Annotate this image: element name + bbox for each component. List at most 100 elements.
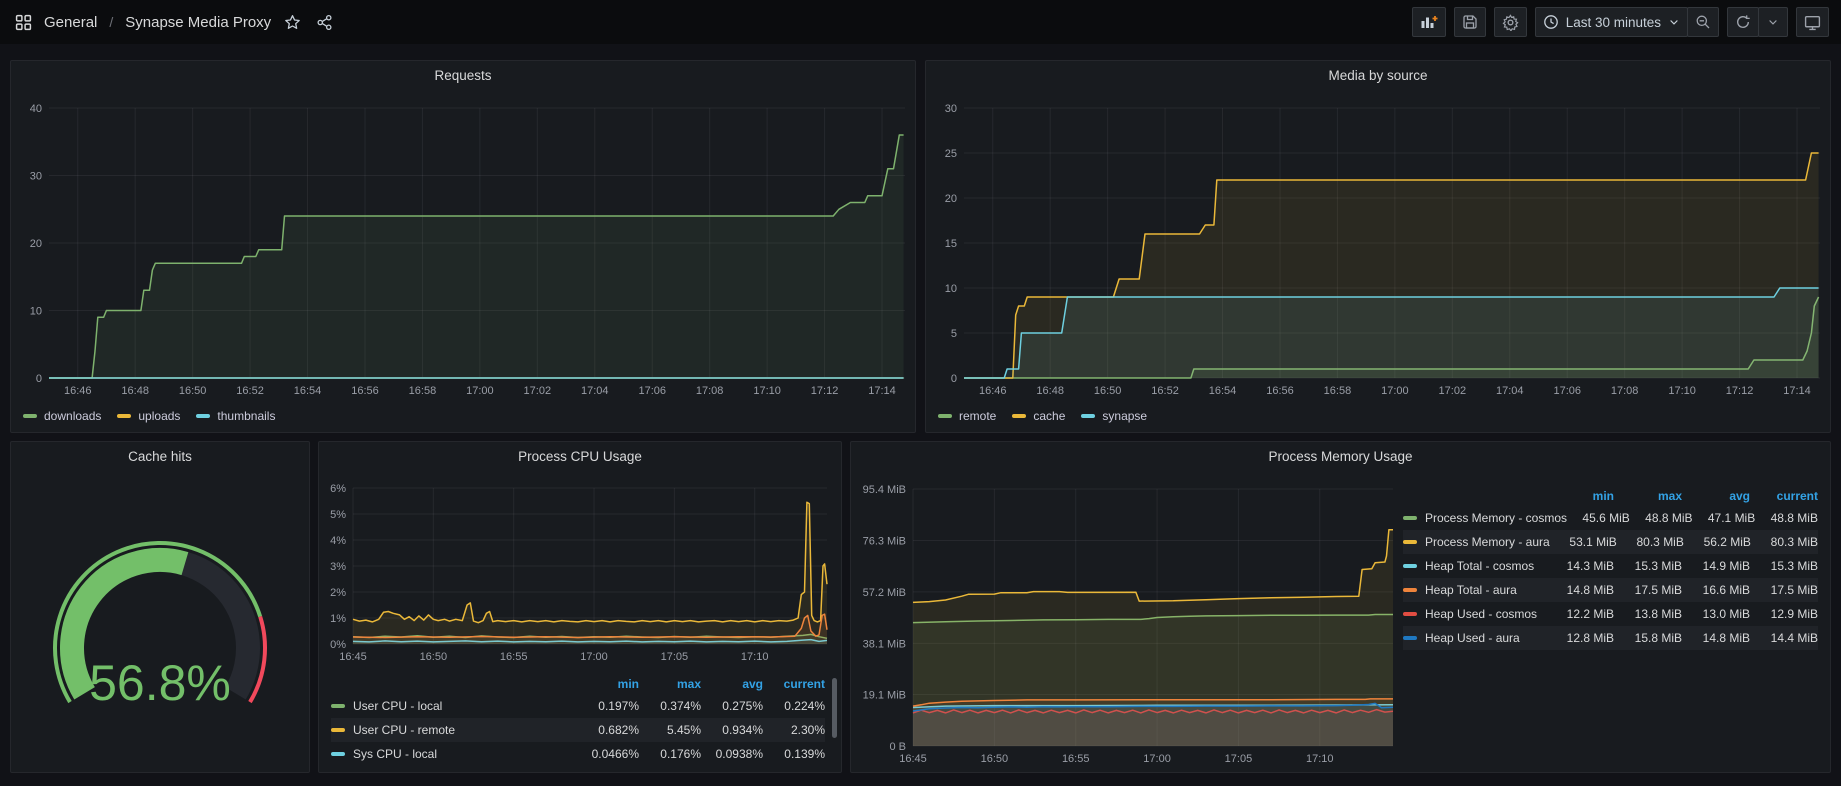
time-picker-group: Last 30 minutes bbox=[1535, 7, 1719, 37]
legend-stat-value: 14.8 MiB bbox=[1682, 631, 1750, 645]
legend-series-name[interactable]: Process Memory - cosmos bbox=[1403, 511, 1567, 525]
legend-stat-header[interactable]: min bbox=[1546, 489, 1614, 503]
legend-stat-value: 48.8 MiB bbox=[1755, 511, 1818, 525]
legend-swatch bbox=[1403, 612, 1417, 616]
legend-series-name[interactable]: Sys CPU - local bbox=[331, 747, 577, 761]
save-dashboard-button[interactable] bbox=[1454, 7, 1486, 37]
legend-series-name[interactable]: Heap Total - cosmos bbox=[1403, 559, 1546, 573]
legend-stat-header[interactable]: avg bbox=[1682, 489, 1750, 503]
legend-row[interactable]: Heap Used - aura12.8 MiB15.8 MiB14.8 MiB… bbox=[1403, 626, 1818, 650]
x-axis-label: 16:58 bbox=[409, 385, 437, 397]
kiosk-mode-button[interactable] bbox=[1796, 7, 1829, 37]
x-axis-label: 17:02 bbox=[1439, 385, 1467, 397]
legend-row[interactable]: Sys CPU - local0.0466%0.176%0.0938%0.139… bbox=[331, 742, 825, 766]
requests-chart[interactable]: 16:4616:4816:5016:5216:5416:5616:5817:00… bbox=[11, 61, 915, 406]
legend-row[interactable]: Heap Total - aura14.8 MiB17.5 MiB16.6 Mi… bbox=[1403, 578, 1818, 602]
legend-series-name[interactable]: Process Memory - aura bbox=[1403, 535, 1550, 549]
legend-label: synapse bbox=[1102, 409, 1147, 423]
x-axis-label: 16:50 bbox=[1094, 385, 1122, 397]
y-axis-label: 4% bbox=[330, 535, 346, 547]
legend-stat-value: 12.8 MiB bbox=[1546, 631, 1614, 645]
legend-stat-header[interactable]: min bbox=[577, 677, 639, 691]
add-panel-button[interactable] bbox=[1412, 7, 1446, 37]
x-axis-label: 17:05 bbox=[1225, 753, 1253, 765]
legend-stat-value: 0.275% bbox=[701, 699, 763, 713]
legend-stat-value: 0.139% bbox=[763, 747, 825, 761]
x-axis-label: 16:50 bbox=[981, 753, 1009, 765]
legend-row[interactable]: Heap Total - cosmos14.3 MiB15.3 MiB14.9 … bbox=[1403, 554, 1818, 578]
zoom-out-button[interactable] bbox=[1687, 7, 1719, 37]
legend-series-name[interactable]: Heap Total - aura bbox=[1403, 583, 1546, 597]
legend-series-name[interactable]: User CPU - local bbox=[331, 699, 577, 713]
y-axis-label: 25 bbox=[945, 148, 957, 160]
legend-stat-value: 13.8 MiB bbox=[1614, 607, 1682, 621]
legend-stat-value: 15.3 MiB bbox=[1614, 559, 1682, 573]
apps-grid-icon[interactable] bbox=[12, 11, 34, 33]
cache-hits-gauge[interactable]: 56.8% bbox=[11, 466, 309, 766]
x-axis-label: 16:50 bbox=[420, 651, 448, 663]
legend-swatch bbox=[1012, 414, 1026, 418]
legend-swatch bbox=[1403, 540, 1417, 544]
legend-series-name[interactable]: Heap Used - aura bbox=[1403, 631, 1546, 645]
dashboard-title[interactable]: Synapse Media Proxy bbox=[125, 14, 271, 31]
breadcrumb-section[interactable]: General bbox=[44, 14, 97, 31]
panel-process-cpu: Process CPU Usage 16:4516:5016:5517:0017… bbox=[318, 441, 842, 773]
refresh-group bbox=[1727, 7, 1788, 37]
legend-item[interactable]: uploads bbox=[117, 409, 180, 423]
legend-stat-value: 5.45% bbox=[639, 723, 701, 737]
cpu-chart[interactable]: 16:4516:5016:5517:0017:0517:100%1%2%3%4%… bbox=[319, 442, 841, 664]
series-fill bbox=[49, 135, 904, 378]
x-axis-label: 16:52 bbox=[236, 385, 264, 397]
legend-item[interactable]: thumbnails bbox=[196, 409, 275, 423]
legend-item[interactable]: cache bbox=[1012, 409, 1065, 423]
legend-series-name[interactable]: User CPU - remote bbox=[331, 723, 577, 737]
legend-row[interactable]: User CPU - remote0.682%5.45%0.934%2.30% bbox=[331, 718, 825, 742]
x-axis-label: 17:04 bbox=[1496, 385, 1524, 397]
legend-item[interactable]: remote bbox=[938, 409, 996, 423]
legend-series-name[interactable]: Heap Used - cosmos bbox=[1403, 607, 1546, 621]
legend-stat-header[interactable]: current bbox=[1750, 489, 1818, 503]
x-axis-label: 17:06 bbox=[1553, 385, 1581, 397]
panel-cache-hits: Cache hits 56.8% bbox=[10, 441, 310, 773]
legend-row[interactable]: User CPU - local0.197%0.374%0.275%0.224% bbox=[331, 694, 825, 718]
legend-swatch bbox=[1081, 414, 1095, 418]
refresh-button[interactable] bbox=[1727, 7, 1759, 37]
legend-row[interactable]: Process Memory - aura53.1 MiB80.3 MiB56.… bbox=[1403, 530, 1818, 554]
share-icon[interactable] bbox=[313, 11, 335, 33]
legend-stat-value: 47.1 MiB bbox=[1693, 511, 1756, 525]
dashboard-settings-button[interactable] bbox=[1494, 7, 1527, 37]
star-icon[interactable] bbox=[281, 11, 303, 33]
legend-scrollbar[interactable] bbox=[832, 678, 837, 738]
legend-stat-value: 80.3 MiB bbox=[1751, 535, 1818, 549]
legend-row[interactable]: Process Memory - cosmos45.6 MiB48.8 MiB4… bbox=[1403, 506, 1818, 530]
legend-row[interactable]: Heap Used - cosmos12.2 MiB13.8 MiB13.0 M… bbox=[1403, 602, 1818, 626]
requests-legend: downloads uploads thumbnails bbox=[23, 409, 275, 423]
media-chart[interactable]: 16:4616:4816:5016:5216:5416:5616:5817:00… bbox=[926, 61, 1830, 406]
y-axis-label: 76.3 MiB bbox=[863, 535, 906, 547]
panel-title[interactable]: Cache hits bbox=[11, 449, 309, 464]
x-axis-label: 16:55 bbox=[500, 651, 528, 663]
legend-stat-value: 80.3 MiB bbox=[1617, 535, 1684, 549]
x-axis-label: 17:10 bbox=[741, 651, 769, 663]
legend-item[interactable]: synapse bbox=[1081, 409, 1147, 423]
x-axis-label: 16:56 bbox=[351, 385, 379, 397]
legend-swatch bbox=[117, 414, 131, 418]
series-fill bbox=[353, 502, 827, 644]
chevron-down-icon bbox=[1668, 16, 1680, 28]
legend-stat-value: 0.197% bbox=[577, 699, 639, 713]
legend-stat-header[interactable]: max bbox=[639, 677, 701, 691]
legend-item[interactable]: downloads bbox=[23, 409, 101, 423]
time-range-picker[interactable]: Last 30 minutes bbox=[1535, 7, 1688, 37]
legend-stat-header[interactable]: current bbox=[763, 677, 825, 691]
memory-legend-table: minmaxavgcurrentProcess Memory - cosmos4… bbox=[1403, 486, 1818, 650]
legend-stat-header[interactable]: avg bbox=[701, 677, 763, 691]
memory-chart[interactable]: 16:4516:5016:5517:0017:0517:100 B19.1 Mi… bbox=[851, 442, 1399, 774]
x-axis-label: 16:54 bbox=[1209, 385, 1237, 397]
legend-label: thumbnails bbox=[217, 409, 275, 423]
series-fill bbox=[913, 703, 1393, 746]
legend-stat-header[interactable]: max bbox=[1614, 489, 1682, 503]
legend-stat-value: 12.9 MiB bbox=[1750, 607, 1818, 621]
gauge-value: 56.8% bbox=[89, 655, 231, 711]
grafana-dashboard: General / Synapse Media Proxy bbox=[0, 0, 1841, 786]
refresh-interval-button[interactable] bbox=[1758, 7, 1788, 37]
